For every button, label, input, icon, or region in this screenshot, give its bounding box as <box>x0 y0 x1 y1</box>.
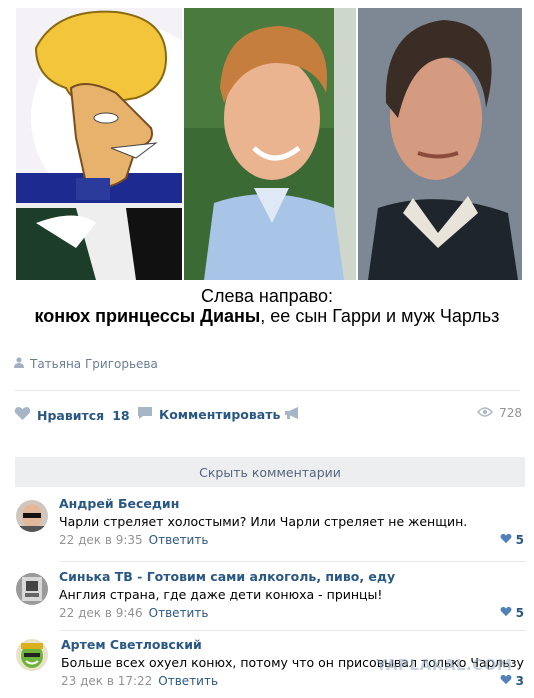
comment-text: Англия страна, где даже дети конюха - пр… <box>59 587 383 602</box>
comment-icon <box>137 406 153 423</box>
share-button[interactable] <box>284 406 301 423</box>
reply-button[interactable]: Ответить <box>158 674 218 688</box>
post-actions: Нравится 18 Комментировать 728 <box>14 406 526 426</box>
heart-icon <box>500 674 512 688</box>
photo-cartoon-character <box>16 8 182 280</box>
watermark: YAPLAKAL.COM <box>376 656 513 674</box>
avatar[interactable] <box>16 573 48 605</box>
views-count: 728 <box>499 406 522 420</box>
comment-like-count: 3 <box>515 674 524 688</box>
views-counter: 728 <box>477 406 522 420</box>
reply-button[interactable]: Ответить <box>149 533 209 547</box>
comment-like-button[interactable]: 5 <box>500 533 524 547</box>
post-caption-rest: , ее сын Гарри и муж Чарльз <box>260 306 500 326</box>
comment-button[interactable]: Комментировать <box>137 406 280 423</box>
post-photo[interactable] <box>16 8 522 280</box>
comment-like-button[interactable]: 5 <box>500 606 524 620</box>
comment-date[interactable]: 22 дек в 9:46 <box>59 606 143 620</box>
comment-author[interactable]: Синька ТВ - Готовим сами алкоголь, пиво,… <box>59 569 395 584</box>
user-icon <box>14 357 24 371</box>
reply-button[interactable]: Ответить <box>149 606 209 620</box>
comment-date[interactable]: 22 дек в 9:35 <box>59 533 143 547</box>
like-button[interactable]: Нравится 18 <box>14 406 130 424</box>
comment-date[interactable]: 23 дек в 17:22 <box>61 674 152 688</box>
like-count: 18 <box>112 407 130 423</box>
post-caption-line2: конюх принцессы Дианы, ее сын Гарри и му… <box>0 306 534 327</box>
post-author-name: Татьяна Григорьева <box>30 357 158 371</box>
divider <box>59 630 526 631</box>
comment-like-count: 5 <box>515 533 524 547</box>
heart-icon <box>500 533 512 547</box>
post-caption-bold: конюх принцессы Дианы <box>34 306 261 326</box>
comment-meta: 22 дек в 9:46 Ответить <box>59 606 208 620</box>
post-author[interactable]: Татьяна Григорьева <box>14 357 158 371</box>
divider <box>14 390 520 391</box>
comment-label: Комментировать <box>159 407 281 422</box>
heart-icon <box>14 406 31 424</box>
photo-harry <box>184 8 356 280</box>
comment-text: Чарли стреляет холостыми? Или Чарли стре… <box>59 514 468 529</box>
divider <box>59 561 526 562</box>
comment-author[interactable]: Артем Светловский <box>61 637 202 652</box>
photo-charles <box>358 8 522 280</box>
avatar[interactable] <box>16 500 48 532</box>
hide-comments-button[interactable]: Скрыть комментарии <box>15 457 525 487</box>
comment-meta: 23 дек в 17:22 Ответить <box>61 674 218 688</box>
like-label: Нравится <box>37 407 105 423</box>
comment-like-count: 5 <box>515 606 524 620</box>
megaphone-icon <box>284 406 301 423</box>
post-caption-line1: Слева направо: <box>201 286 333 306</box>
comment-meta: 22 дек в 9:35 Ответить <box>59 533 208 547</box>
eye-icon <box>477 406 494 420</box>
heart-icon <box>500 606 512 620</box>
comment-author[interactable]: Андрей Беседин <box>59 496 179 511</box>
avatar[interactable] <box>16 639 48 671</box>
comment-like-button[interactable]: 3 <box>500 674 524 688</box>
